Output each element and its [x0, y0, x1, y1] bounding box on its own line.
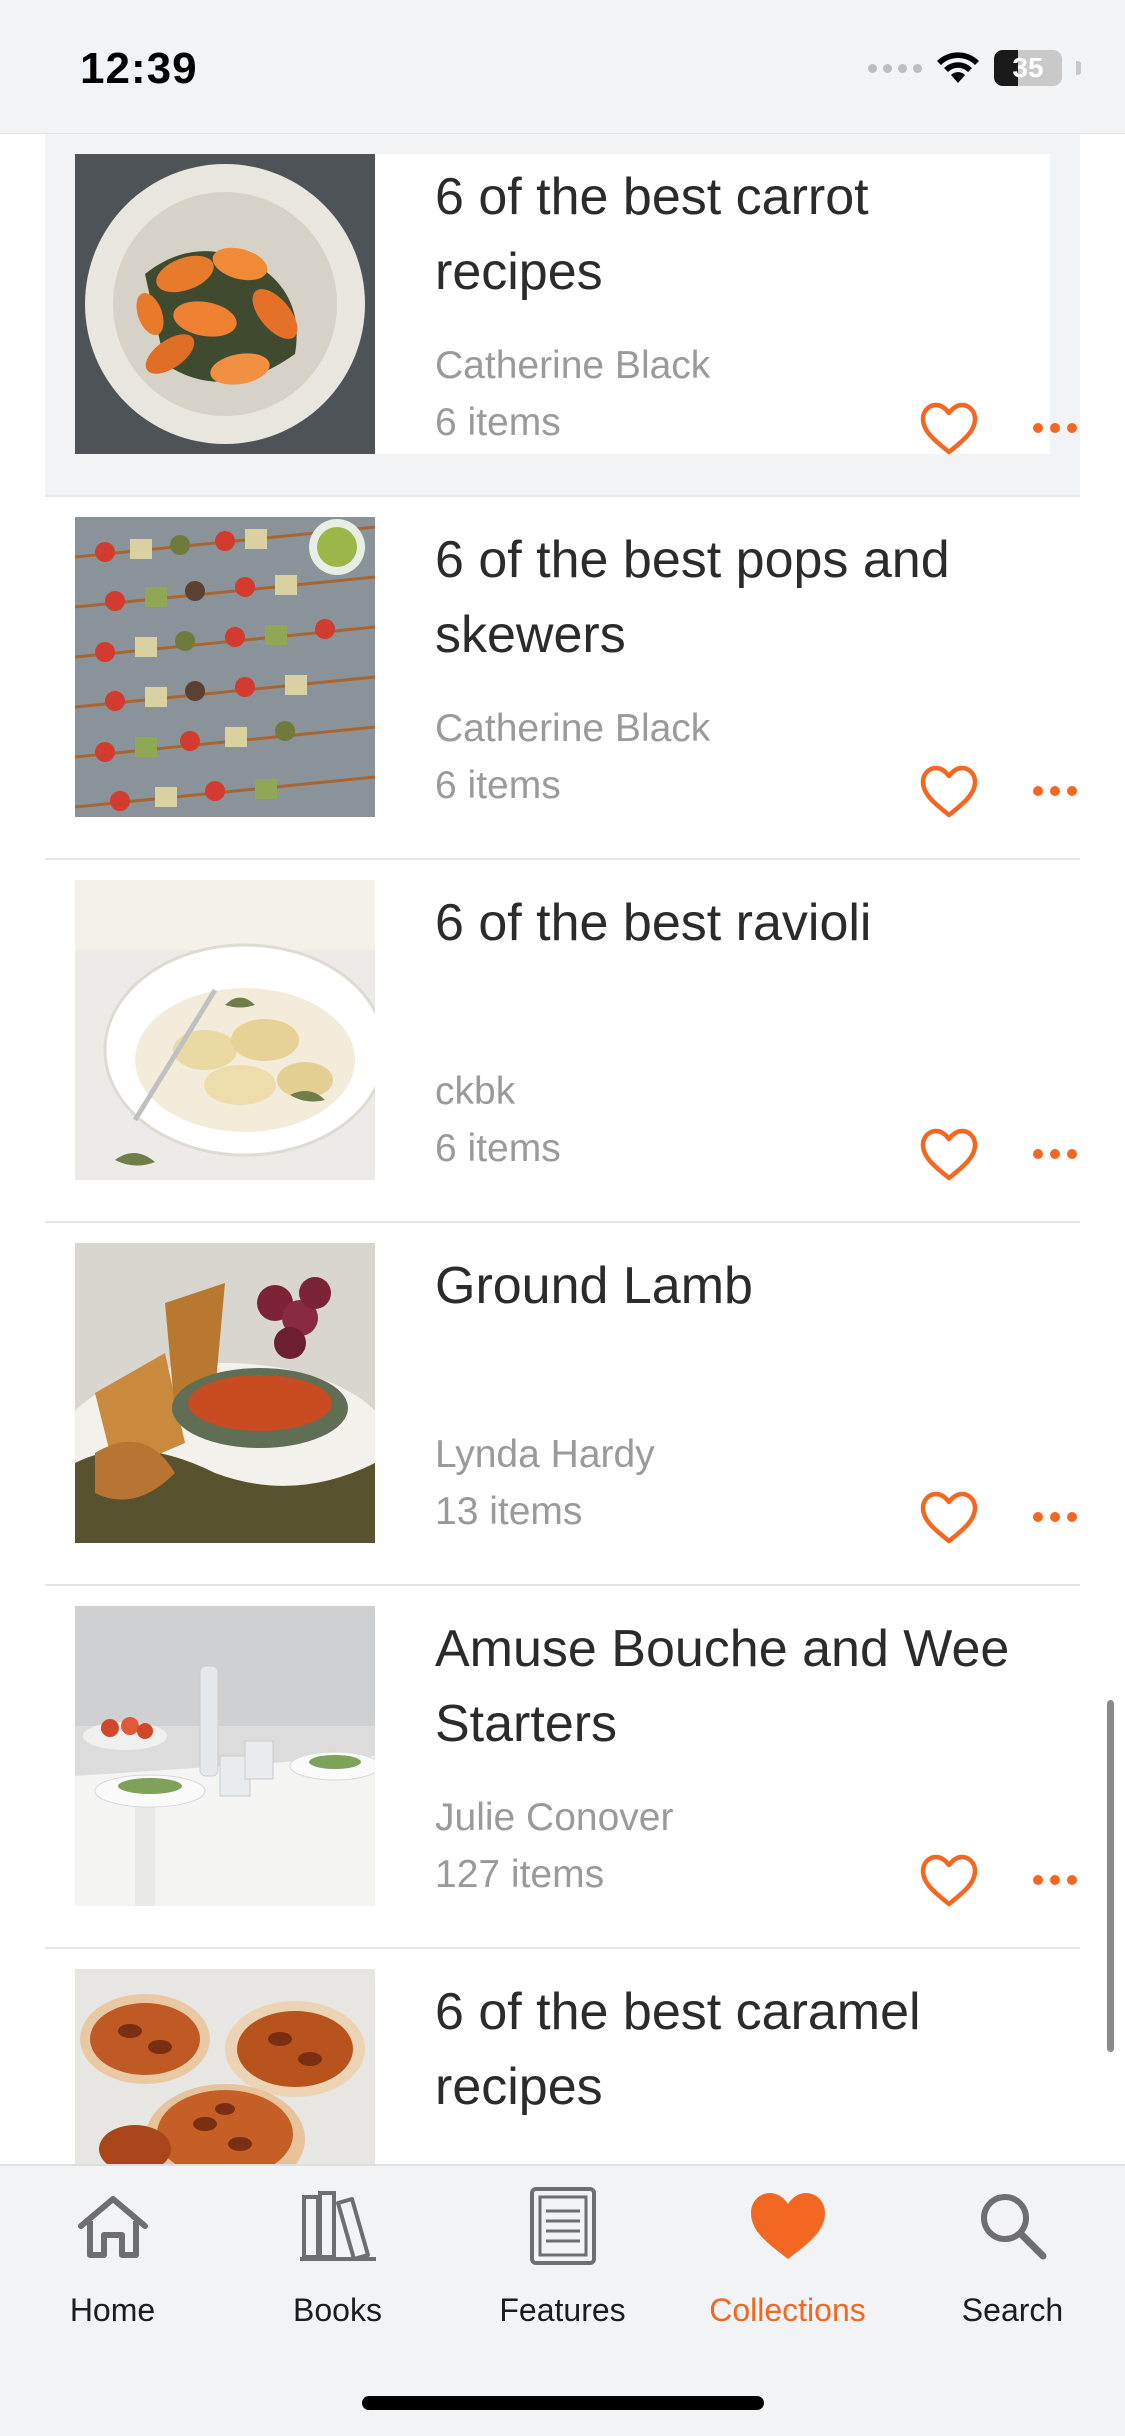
collection-thumbnail-roasted-carrots[interactable] [75, 154, 375, 454]
battery-percentage: 35 [1012, 52, 1044, 83]
more-options-icon[interactable] [1033, 783, 1077, 799]
collection-title[interactable]: Amuse Bouche and Wee Starters [435, 1612, 1035, 1762]
tab-home[interactable]: Home [0, 2186, 225, 2328]
collection-thumbnail-caramel-pecan-buns[interactable] [75, 1969, 375, 2164]
tab-label: Search [961, 2292, 1064, 2328]
collection-item-count: 6 items [435, 401, 561, 444]
collection-author: Julie Conover [435, 1796, 674, 1839]
favorite-heart-icon[interactable] [920, 1128, 978, 1182]
collection-row[interactable]: 6 of the best pops and skewers Catherine… [45, 497, 1080, 860]
collection-thumbnail-vegetable-skewers[interactable] [75, 517, 375, 817]
cellular-signal-icon [868, 63, 922, 73]
tab-label: Collections [709, 2292, 866, 2328]
favorite-heart-icon[interactable] [920, 765, 978, 819]
favorite-heart-icon[interactable] [920, 402, 978, 456]
collection-item-count: 6 items [435, 764, 561, 807]
collection-title[interactable]: Ground Lamb [435, 1249, 1035, 1324]
heart-icon [675, 2186, 900, 2266]
collection-thumbnail-ravioli-bowl[interactable] [75, 880, 375, 1180]
wifi-icon [937, 52, 979, 83]
collection-author: Catherine Black [435, 344, 711, 387]
collection-item-count: 6 items [435, 1127, 561, 1170]
collection-title[interactable]: 6 of the best carrot recipes [435, 160, 1035, 310]
home-indicator[interactable] [362, 2396, 764, 2410]
collection-title[interactable]: 6 of the best ravioli [435, 886, 1035, 961]
home-icon [0, 2186, 225, 2266]
favorite-heart-icon[interactable] [920, 1854, 978, 1908]
status-bar: 12:39 35 [0, 0, 1125, 134]
tab-collections[interactable]: Collections [675, 2186, 900, 2328]
favorite-heart-icon[interactable] [920, 1491, 978, 1545]
more-options-icon[interactable] [1033, 420, 1077, 436]
collection-thumbnail-starters-table[interactable] [75, 1606, 375, 1906]
books-icon [225, 2186, 450, 2266]
search-icon [900, 2186, 1125, 2266]
collection-thumbnail-lamb-pastries[interactable] [75, 1243, 375, 1543]
status-indicators: 35 [868, 48, 1081, 88]
more-options-icon[interactable] [1033, 1509, 1077, 1525]
collection-author: Lynda Hardy [435, 1433, 655, 1476]
tab-books[interactable]: Books [225, 2186, 450, 2328]
scrollbar[interactable] [1107, 1700, 1114, 2052]
tab-search[interactable]: Search [900, 2186, 1125, 2328]
collection-title[interactable]: 6 of the best pops and skewers [435, 523, 1035, 673]
tab-label: Features [499, 2292, 626, 2328]
more-options-icon[interactable] [1033, 1872, 1077, 1888]
tab-label: Books [293, 2292, 382, 2328]
collection-author: ckbk [435, 1070, 516, 1113]
battery-icon: 35 [994, 50, 1062, 86]
collection-row[interactable]: Amuse Bouche and Wee Starters Julie Cono… [45, 1586, 1080, 1949]
collection-row[interactable]: 6 of the best caramel recipes [45, 1949, 1080, 2164]
tab-features[interactable]: Features [450, 2186, 675, 2328]
features-icon [450, 2186, 675, 2266]
collection-item-count: 13 items [435, 1490, 583, 1533]
more-options-icon[interactable] [1033, 1146, 1077, 1162]
tab-label: Home [69, 2292, 156, 2328]
battery-cap [1076, 61, 1081, 75]
collection-row[interactable]: 6 of the best ravioli ckbk 6 items [45, 860, 1080, 1223]
collection-row[interactable]: Ground Lamb Lynda Hardy 13 items [45, 1223, 1080, 1586]
collection-row[interactable]: 6 of the best carrot recipes Catherine B… [45, 134, 1080, 497]
collection-item-count: 127 items [435, 1853, 605, 1896]
status-time: 12:39 [80, 44, 198, 93]
collection-title[interactable]: 6 of the best caramel recipes [435, 1975, 1035, 2125]
collection-author: Catherine Black [435, 707, 711, 750]
collections-list[interactable]: 6 of the best carrot recipes Catherine B… [0, 134, 1125, 2164]
